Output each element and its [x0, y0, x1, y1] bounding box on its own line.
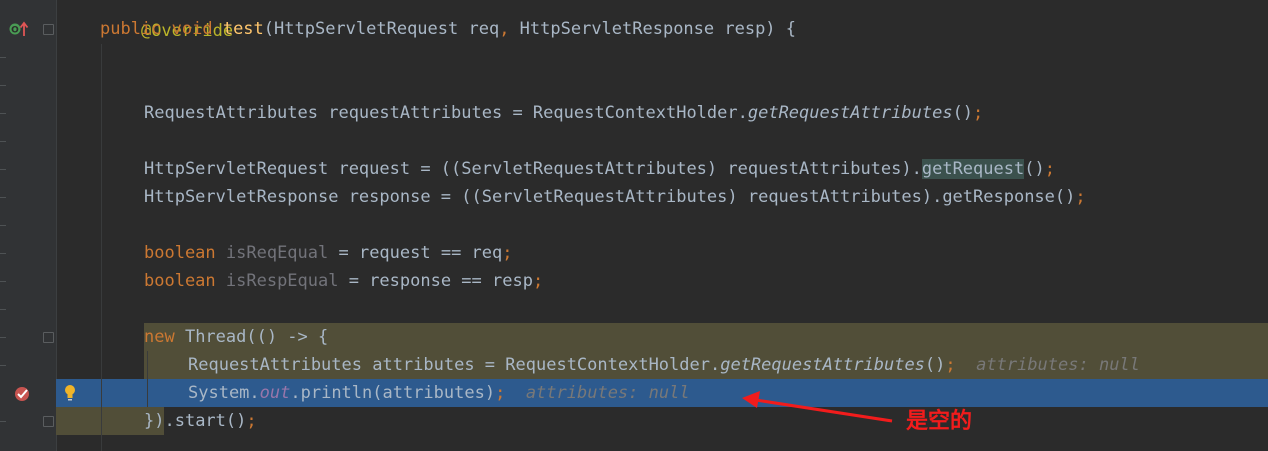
annotation-note: 是空的 — [906, 409, 973, 434]
code-editor[interactable]: O @Override public void test(HttpServlet… — [0, 0, 1268, 451]
annotation-arrow — [742, 391, 893, 423]
